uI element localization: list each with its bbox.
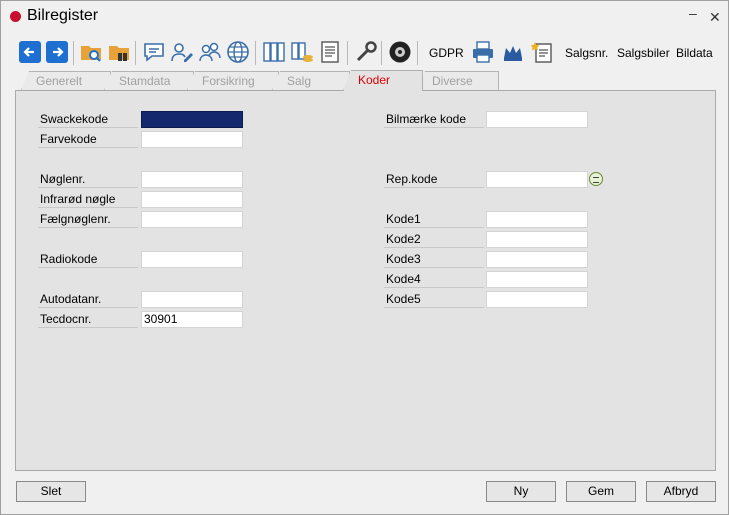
kode4-label: Kode4 (384, 271, 484, 288)
app-icon (10, 11, 21, 22)
bildata-button[interactable]: Bildata (676, 46, 713, 60)
farvekode-field[interactable] (141, 131, 243, 148)
kode4-field[interactable] (486, 271, 588, 288)
document-icon[interactable] (317, 39, 343, 65)
tab-generelt[interactable]: Generelt (21, 71, 111, 90)
minimize-button[interactable]: – (689, 5, 697, 21)
tab-koder[interactable]: Koder (343, 70, 423, 91)
kode2-field[interactable] (486, 231, 588, 248)
kode3-label: Kode3 (384, 251, 484, 268)
kode1-label: Kode1 (384, 211, 484, 228)
bilmaerke-kode-field[interactable] (486, 111, 588, 128)
toolbar: GDPR Salgsnr. Salgsbiler Bildata (15, 37, 715, 69)
user-edit-icon[interactable] (169, 39, 195, 65)
globe-icon[interactable] (225, 39, 251, 65)
printer-icon[interactable] (470, 39, 496, 65)
tab-stamdata[interactable]: Stamdata (104, 71, 194, 90)
repkode-field[interactable] (486, 171, 588, 188)
gdpr-button[interactable]: GDPR (429, 46, 464, 60)
kode2-label: Kode2 (384, 231, 484, 248)
bilmaerke-kode-label: Bilmærke kode (384, 111, 484, 128)
binders-icon[interactable] (261, 39, 287, 65)
salgsbiler-button[interactable]: Salgsbiler (617, 46, 670, 60)
new-document-icon[interactable] (530, 39, 556, 65)
kode3-field[interactable] (486, 251, 588, 268)
autodatanr-label: Autodatanr. (38, 291, 138, 308)
tire-icon[interactable] (387, 39, 413, 65)
radiokode-label: Radiokode (38, 251, 138, 268)
folder-binoculars-icon[interactable] (106, 39, 132, 65)
ny-button[interactable]: Ny (486, 481, 556, 502)
binder-coins-icon[interactable] (289, 39, 315, 65)
kode1-field[interactable] (486, 211, 588, 228)
swackekode-field[interactable] (141, 111, 243, 128)
tab-forsikring[interactable]: Forsikring (187, 71, 279, 90)
kode5-field[interactable] (486, 291, 588, 308)
window: Bilregister – ✕ GDPR Salgsnr. Salgsbiler… (0, 0, 729, 515)
wrench-icon[interactable] (353, 39, 379, 65)
close-button[interactable]: ✕ (709, 9, 721, 26)
tecdocnr-label: Tecdocnr. (38, 311, 138, 328)
window-title: Bilregister (27, 7, 99, 24)
faelgnoeglenr-label: Fælgnøglenr. (38, 211, 138, 228)
kode5-label: Kode5 (384, 291, 484, 308)
crown-icon[interactable] (500, 39, 526, 65)
infrarod-noegle-label: Infrarød nøgle (38, 191, 138, 208)
tab-salg[interactable]: Salg (272, 71, 350, 90)
salgsnr-button[interactable]: Salgsnr. (565, 46, 608, 60)
forward-arrow-icon[interactable] (44, 39, 70, 65)
noeglenr-field[interactable] (141, 171, 243, 188)
slet-button[interactable]: Slet (16, 481, 86, 502)
tab-diverse[interactable]: Diverse (417, 71, 499, 90)
gem-button[interactable]: Gem (566, 481, 636, 502)
afbryd-button[interactable]: Afbryd (646, 481, 716, 502)
radiokode-field[interactable] (141, 251, 243, 268)
farvekode-label: Farvekode (38, 131, 138, 148)
noeglenr-label: Nøglenr. (38, 171, 138, 188)
repkode-lookup-icon[interactable] (589, 172, 603, 186)
tab-strip: Generelt Stamdata Forsikring Salg Koder … (15, 70, 715, 91)
back-arrow-icon[interactable] (17, 39, 43, 65)
koder-panel: Swackekode Farvekode Nøglenr. Infrarød n… (15, 90, 716, 471)
infrarod-noegle-field[interactable] (141, 191, 243, 208)
title-bar: Bilregister – ✕ (1, 1, 728, 31)
users-icon[interactable] (197, 39, 223, 65)
repkode-label: Rep.kode (384, 171, 484, 188)
tecdocnr-field[interactable]: 30901 (141, 311, 243, 328)
autodatanr-field[interactable] (141, 291, 243, 308)
chat-icon[interactable] (141, 39, 167, 65)
faelgnoeglenr-field[interactable] (141, 211, 243, 228)
swackekode-label: Swackekode (38, 111, 138, 128)
folder-search-icon[interactable] (78, 39, 104, 65)
